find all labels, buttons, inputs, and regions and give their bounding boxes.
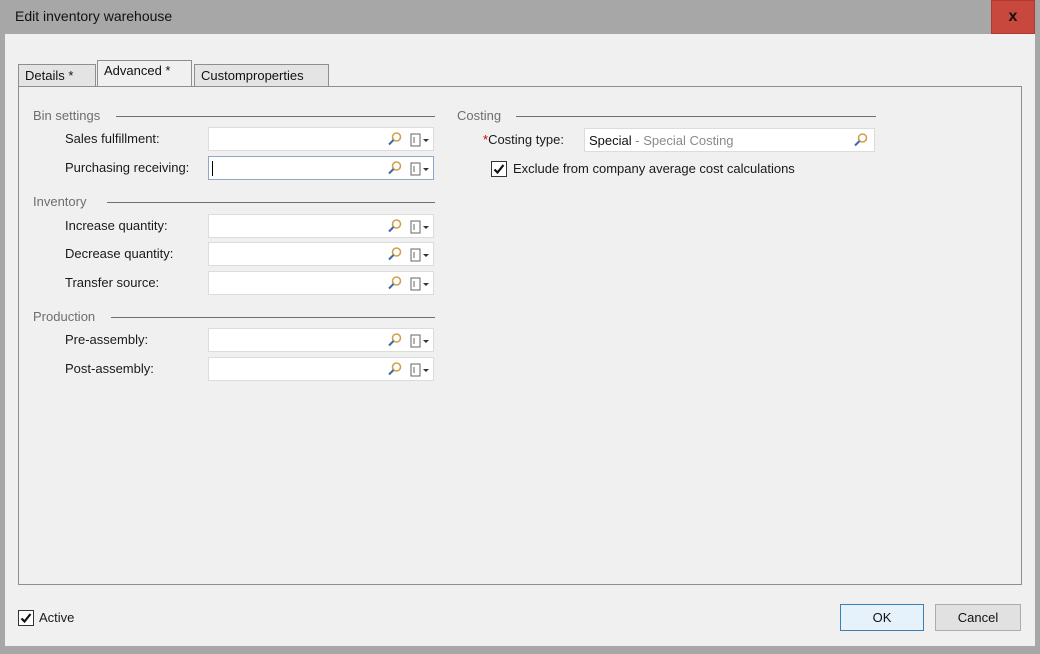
costing-type-label: *Costing type: <box>483 132 564 147</box>
search-icon[interactable] <box>387 361 403 377</box>
production-divider <box>111 317 435 318</box>
document-dropdown-icon[interactable] <box>409 219 431 235</box>
search-icon[interactable] <box>853 132 869 148</box>
tab-advanced[interactable]: Advanced * <box>97 60 192 86</box>
active-checkbox[interactable] <box>18 610 34 626</box>
search-icon[interactable] <box>387 275 403 291</box>
transfer-source-label: Transfer source: <box>65 275 160 290</box>
bin-settings-divider <box>116 116 435 117</box>
tab-advanced-label: Advanced * <box>104 63 171 78</box>
pre-assembly-field[interactable] <box>208 328 434 352</box>
checkmark-icon <box>20 613 32 624</box>
exclude-average-cost-checkbox[interactable] <box>491 161 507 177</box>
tab-details[interactable]: Details * <box>18 64 96 86</box>
window-title: Edit inventory warehouse <box>15 8 173 24</box>
active-label: Active <box>39 610 75 625</box>
sales-fulfillment-label: Sales fulfillment: <box>65 131 160 146</box>
search-icon[interactable] <box>387 218 403 234</box>
document-dropdown-icon[interactable] <box>409 247 431 263</box>
window-bottom-edge <box>0 646 1040 654</box>
costing-divider <box>516 116 876 117</box>
search-icon[interactable] <box>387 332 403 348</box>
decrease-quantity-label: Decrease quantity: <box>65 246 174 261</box>
tab-customproperties[interactable]: Customproperties <box>194 64 329 86</box>
tab-details-label: Details * <box>25 68 74 83</box>
pre-assembly-label: Pre-assembly: <box>65 332 149 347</box>
post-assembly-field[interactable] <box>208 357 434 381</box>
costing-type-separator: - <box>631 133 644 148</box>
purchasing-receiving-field[interactable] <box>208 156 434 180</box>
costing-type-label-text: Costing type: <box>488 132 564 147</box>
document-dropdown-icon[interactable] <box>409 362 431 378</box>
costing-type-description: Special Costing <box>643 133 734 148</box>
inventory-divider <box>107 202 435 203</box>
search-icon[interactable] <box>387 131 403 147</box>
document-dropdown-icon[interactable] <box>409 161 431 177</box>
post-assembly-label: Post-assembly: <box>65 361 154 376</box>
transfer-source-field[interactable] <box>208 271 434 295</box>
costing-type-value: Special - Special Costing <box>589 133 734 148</box>
costing-type-field[interactable]: Special - Special Costing <box>584 128 875 152</box>
production-group-label: Production <box>33 309 96 324</box>
costing-type-code: Special <box>589 133 632 148</box>
search-icon[interactable] <box>387 246 403 262</box>
exclude-average-cost-label: Exclude from company average cost calcul… <box>513 161 795 176</box>
title-bar: Edit inventory warehouse <box>0 0 1040 34</box>
costing-group-label: Costing <box>457 108 502 123</box>
checkmark-icon <box>493 164 505 175</box>
ok-button-label: OK <box>872 610 892 625</box>
increase-quantity-label: Increase quantity: <box>65 218 168 233</box>
bin-settings-group-label: Bin settings <box>33 108 101 123</box>
close-icon: x <box>1008 8 1018 25</box>
text-caret <box>212 161 213 176</box>
purchasing-receiving-label: Purchasing receiving: <box>65 160 190 175</box>
inventory-group-label: Inventory <box>33 194 87 209</box>
decrease-quantity-field[interactable] <box>208 242 434 266</box>
document-dropdown-icon[interactable] <box>409 276 431 292</box>
document-dropdown-icon[interactable] <box>409 132 431 148</box>
increase-quantity-field[interactable] <box>208 214 434 238</box>
document-dropdown-icon[interactable] <box>409 333 431 349</box>
tab-customproperties-label: Customproperties <box>201 68 304 83</box>
cancel-button-label: Cancel <box>957 610 999 625</box>
close-button[interactable]: x <box>991 0 1035 34</box>
cancel-button[interactable]: Cancel <box>935 604 1021 631</box>
search-icon[interactable] <box>387 160 403 176</box>
sales-fulfillment-field[interactable] <box>208 127 434 151</box>
ok-button[interactable]: OK <box>840 604 924 631</box>
